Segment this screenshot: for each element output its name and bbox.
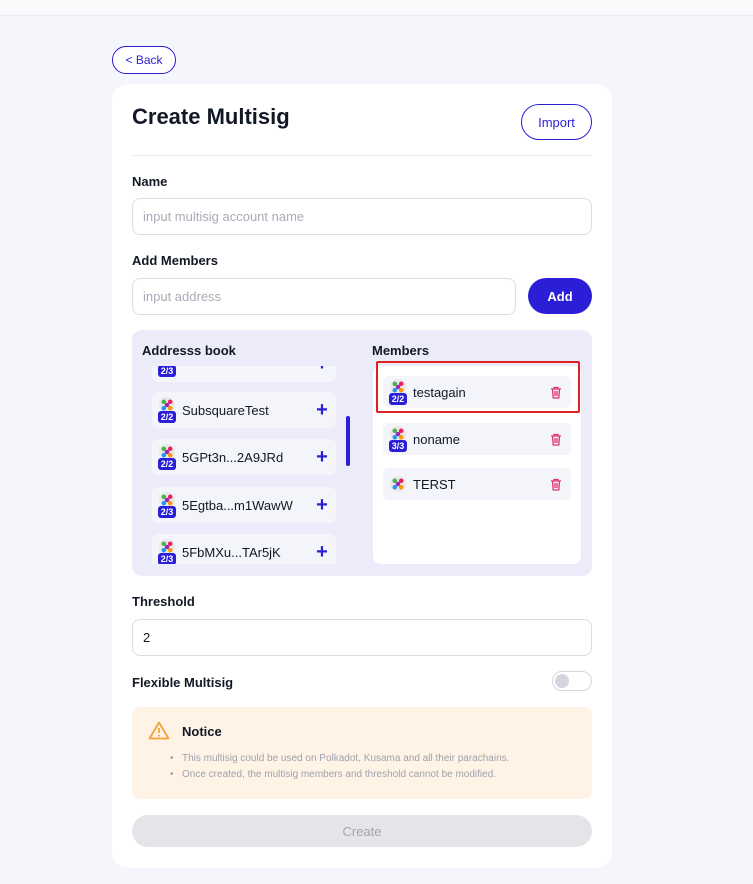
members-label: Members <box>372 343 430 358</box>
add-members-label: Add Members <box>132 253 218 268</box>
members-list: 2/2 testagain 3/3 noname TERST <box>373 361 581 564</box>
identicon-icon: 2/2 <box>158 444 176 470</box>
identicon-icon: 2/3 <box>158 539 176 564</box>
member-name: testagain <box>413 384 466 400</box>
address-book-item-name: 5GPt3n...2A9JRd <box>182 449 284 465</box>
members-panel: Addresss book Members 2/3 + 2/2 Subsquar… <box>132 330 592 576</box>
back-button[interactable]: < Back <box>112 46 176 74</box>
add-plus-icon[interactable]: + <box>308 366 336 376</box>
member-name: TERST <box>413 476 456 492</box>
address-book-scrollbar[interactable] <box>346 416 350 466</box>
address-book-label: Addresss book <box>142 343 236 358</box>
top-bar <box>0 0 753 16</box>
member-name: noname <box>413 431 460 447</box>
import-button[interactable]: Import <box>521 104 592 140</box>
address-book-item-name: 5Egtba...m1WawW <box>182 497 293 513</box>
add-member-button[interactable]: Add <box>528 278 592 314</box>
notice-title: Notice <box>182 724 222 739</box>
add-plus-icon[interactable]: + <box>308 446 336 469</box>
flexible-multisig-toggle[interactable] <box>552 671 592 691</box>
add-plus-icon[interactable]: + <box>308 541 336 564</box>
identicon-icon: 2/3 <box>158 492 176 518</box>
trash-icon[interactable] <box>541 478 571 491</box>
identicon-icon <box>389 471 407 497</box>
identicon-icon: 3/3 <box>389 426 407 452</box>
member-item: TERST <box>383 468 571 500</box>
trash-icon[interactable] <box>541 433 571 446</box>
threshold-label: Threshold <box>132 594 195 609</box>
address-placeholder: input address <box>143 289 222 304</box>
toggle-knob <box>555 674 569 688</box>
address-book-item: 2/3 5Egtba...m1WawW + <box>152 487 336 523</box>
identicon-icon: 2/2 <box>158 397 176 423</box>
member-item: 3/3 noname <box>383 423 571 455</box>
identicon-icon: 2/2 <box>389 379 407 405</box>
page-title: Create Multisig <box>132 104 290 129</box>
add-plus-icon[interactable]: + <box>308 399 336 422</box>
flexible-multisig-label: Flexible Multisig <box>132 675 234 690</box>
notice-box: Notice This multisig could be used on Po… <box>132 707 592 799</box>
create-multisig-card: Create Multisig Import Name input multis… <box>112 84 612 868</box>
identicon-icon: 2/3 <box>158 366 176 377</box>
address-book-list[interactable]: 2/3 + 2/2 SubsquareTest + 2/2 5GPt3n...2… <box>142 366 350 564</box>
member-item: 2/2 testagain <box>383 376 571 408</box>
address-input[interactable]: input address <box>132 278 516 315</box>
threshold-value: 2 <box>143 630 151 645</box>
address-book-item-name: 5FbMXu...TAr5jK <box>182 544 281 560</box>
name-label: Name <box>132 174 168 189</box>
address-book-item: 2/3 + <box>152 366 336 382</box>
name-input[interactable]: input multisig account name <box>132 198 592 235</box>
add-plus-icon[interactable]: + <box>308 494 336 517</box>
warning-icon <box>148 721 170 745</box>
threshold-input[interactable]: 2 <box>132 619 592 656</box>
address-book-item: 2/2 SubsquareTest + <box>152 392 336 428</box>
address-book-item-name: SubsquareTest <box>182 402 269 418</box>
address-book-item: 2/3 5FbMXu...TAr5jK + <box>152 534 336 564</box>
trash-icon[interactable] <box>541 386 571 399</box>
notice-list: This multisig could be used on Polkadot,… <box>170 751 509 783</box>
notice-item: Once created, the multisig members and t… <box>170 767 509 783</box>
divider <box>132 155 592 156</box>
name-placeholder: input multisig account name <box>143 209 305 224</box>
notice-item: This multisig could be used on Polkadot,… <box>170 751 509 767</box>
create-button[interactable]: Create <box>132 815 592 847</box>
address-book-item: 2/2 5GPt3n...2A9JRd + <box>152 439 336 475</box>
